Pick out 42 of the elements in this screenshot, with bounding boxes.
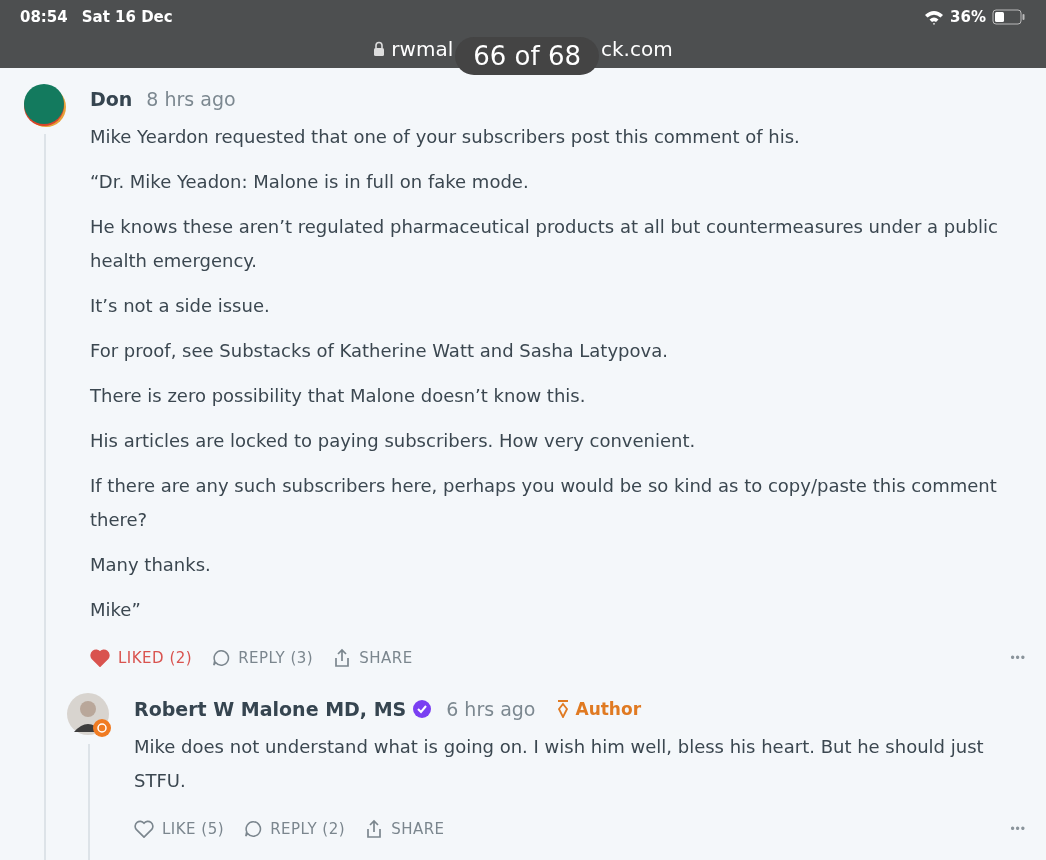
- comment-text: If there are any such subscribers here, perhaps you would be so kind as to copy/paste this comment there?: [90, 474, 998, 532]
- author-name[interactable]: Don: [90, 88, 133, 110]
- share-button[interactable]: SHARE: [365, 819, 445, 839]
- date: Sat 16 Dec: [81, 8, 173, 26]
- comment-text: It’s not a side issue.: [90, 294, 271, 318]
- avatar: [22, 82, 68, 128]
- comment-text: There is zero possibility that Malone doesn’t know this.: [90, 384, 587, 408]
- share-icon: [365, 819, 384, 839]
- wifi-icon: [924, 9, 945, 25]
- comment-icon: [212, 649, 231, 667]
- comment-text: For proof, see Substacks of Katherine Watt and Sasha Latypova.: [90, 339, 669, 363]
- more-button[interactable]: •••: [1010, 651, 1026, 665]
- author-label: Author: [557, 699, 642, 719]
- comment-time[interactable]: 8 hrs ago: [146, 88, 236, 110]
- comment-text: Mike Yeardon requested that one of your subscribers post this comment of his.: [90, 125, 801, 149]
- clock: 08:54: [20, 8, 68, 26]
- reply-button[interactable]: REPLY (2): [244, 820, 346, 838]
- comment-icon: [244, 820, 263, 838]
- comment-text: Mike”: [90, 598, 142, 622]
- reply-button[interactable]: REPLY (3): [212, 649, 314, 667]
- share-button[interactable]: SHARE: [333, 648, 413, 668]
- like-button[interactable]: LIKED (2): [90, 649, 193, 667]
- comment-text: Mike does not understand what is going on. I wish him well, bless his heart. But he should just STFU.: [134, 735, 985, 793]
- url-text[interactable]: ck.com: [601, 37, 673, 61]
- page-counter: 66 of 68: [455, 37, 599, 75]
- avatar: [66, 692, 112, 738]
- more-button[interactable]: •••: [1010, 822, 1026, 836]
- battery-icon: [992, 9, 1026, 25]
- comment-text: “Dr. Mike Yeadon: Malone is in full on fake mode.: [90, 170, 530, 194]
- comment-text: Many thanks.: [90, 553, 212, 577]
- comment-time[interactable]: 6 hrs ago: [446, 698, 536, 720]
- lock-icon: [373, 41, 386, 57]
- author-name[interactable]: Robert W Malone MD, MS: [134, 698, 407, 720]
- comment-text: His articles are locked to paying subscribers. How very convenient.: [90, 429, 697, 453]
- battery-percent: 36%: [950, 8, 986, 26]
- heart-icon: [134, 820, 154, 838]
- like-button[interactable]: LIKE (5): [134, 820, 225, 838]
- share-icon: [333, 648, 352, 668]
- pen-icon: [557, 700, 570, 718]
- heart-icon: [90, 649, 110, 667]
- url-text[interactable]: rwmal: [391, 37, 454, 61]
- comment-text: He knows these aren’t regulated pharmaceutical products at all but countermeasures under a public health emergency.: [90, 215, 999, 273]
